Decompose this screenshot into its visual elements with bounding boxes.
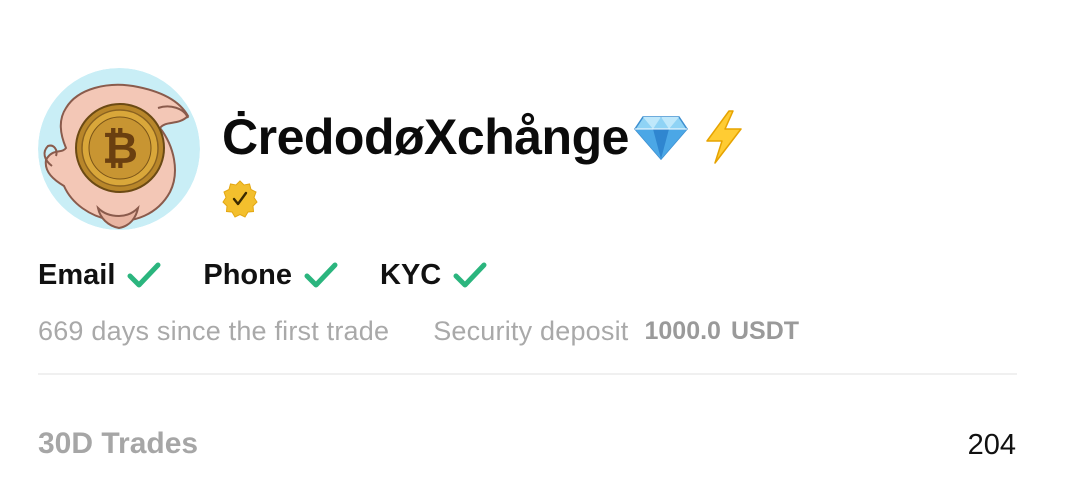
merchant-profile: ₿ ĊredodøXchånge Email Phone KYC 669 day… xyxy=(0,0,1067,479)
check-icon xyxy=(453,261,487,289)
verification-label: Email xyxy=(38,258,116,291)
verification-kyc: KYC xyxy=(380,259,487,292)
merchant-name[interactable]: ĊredodøXchånge xyxy=(222,112,629,162)
bitcoin-avatar-image: ₿ xyxy=(38,68,200,230)
divider xyxy=(38,373,1017,375)
security-deposit-value: 1000.0 xyxy=(644,316,721,345)
check-icon xyxy=(127,261,161,289)
merchant-name-row: ĊredodøXchånge xyxy=(222,104,745,170)
merchant-info-row: 669 days since the first trade Security … xyxy=(38,314,799,348)
avatar[interactable]: ₿ xyxy=(38,68,200,230)
security-deposit-label: Security deposit xyxy=(433,315,629,346)
verification-label: KYC xyxy=(380,258,442,291)
diamond-icon xyxy=(633,113,689,161)
verification-email: Email xyxy=(38,259,161,292)
svg-text:₿: ₿ xyxy=(102,124,138,173)
bolt-icon xyxy=(703,109,745,165)
verification-phone: Phone xyxy=(203,259,338,292)
trades-30d-label: 30D Trades xyxy=(38,427,199,460)
verification-row: Email Phone KYC xyxy=(38,256,529,294)
trades-30d-value: 204 xyxy=(967,429,1016,461)
verification-label: Phone xyxy=(203,258,292,291)
check-icon xyxy=(304,261,338,289)
verified-badge-icon[interactable] xyxy=(221,180,259,218)
days-since-first-trade: 669 days since the first trade xyxy=(38,315,390,346)
security-deposit-unit: USDT xyxy=(730,316,800,345)
